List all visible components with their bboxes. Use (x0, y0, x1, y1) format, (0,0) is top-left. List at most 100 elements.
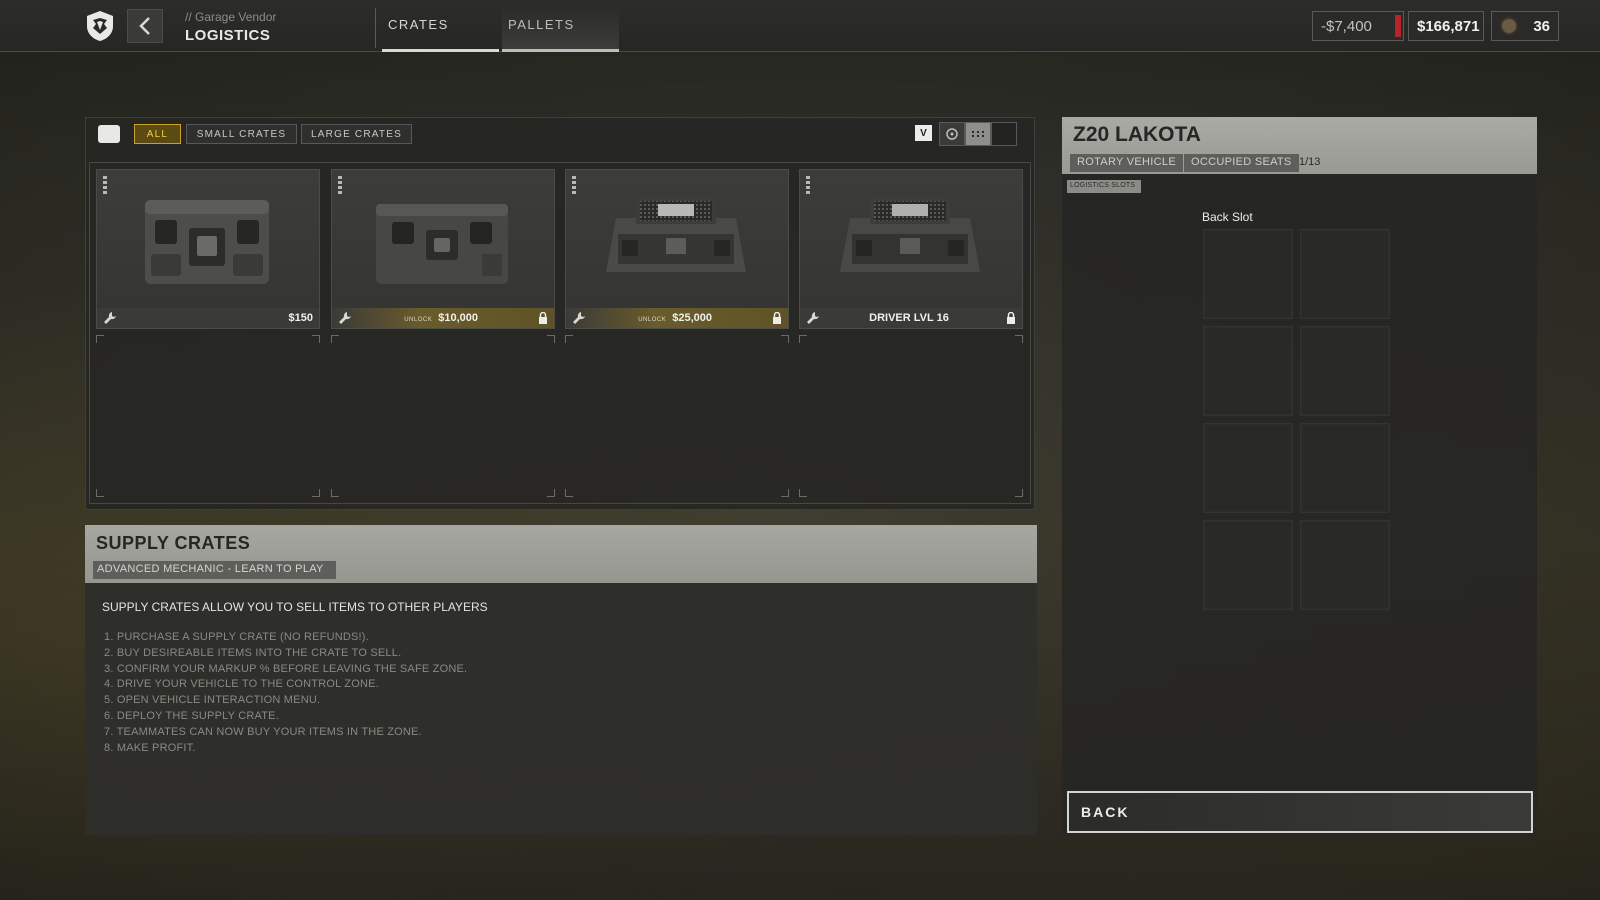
debt-marker (1395, 15, 1401, 37)
page-title: LOGISTICS (185, 27, 271, 44)
empty-slot-corner (547, 489, 555, 497)
wrench-icon (807, 312, 819, 324)
wrench-icon (573, 312, 585, 324)
view-toggle[interactable] (939, 122, 1017, 146)
player-level: 36 (1491, 11, 1559, 41)
empty-slot-corner (331, 489, 339, 497)
view-detail-icon[interactable] (939, 122, 965, 146)
drag-grip-icon (806, 176, 810, 194)
crate-footer: UNLOCK $25,000 (566, 308, 788, 328)
view-toggle-key: V (915, 125, 932, 141)
debt-amount: -$7,400 (1321, 17, 1372, 35)
tab-pallets[interactable]: PALLETS (502, 8, 619, 52)
steps-list: 1. PURCHASE A SUPPLY CRATE (NO REFUNDS!)… (104, 630, 467, 756)
view-grid-icon[interactable] (965, 122, 991, 146)
back-slot[interactable] (1203, 423, 1293, 513)
balance-display: $166,871 (1408, 11, 1484, 41)
vehicle-header: Z20 LAKOTA ROTARY VEHICLE OCCUPIED SEATS… (1062, 117, 1537, 174)
crate-card-small[interactable]: $150 (96, 169, 320, 329)
filter-toggle[interactable] (98, 125, 120, 143)
crate-unlock-row: UNLOCK $25,000 (638, 312, 712, 324)
small-crate-image (145, 200, 269, 284)
list-item: 1. PURCHASE A SUPPLY CRATE (NO REFUNDS!)… (104, 631, 369, 643)
top-bar: // Garage Vendor LOGISTICS CRATES PALLET… (0, 0, 1600, 52)
unlock-label: UNLOCK (404, 317, 433, 323)
player-level-value: 36 (1533, 17, 1550, 35)
vehicle-type-tag: ROTARY VEHICLE (1070, 154, 1183, 172)
empty-slot-corner (312, 335, 320, 343)
view-list-option[interactable] (991, 122, 1017, 146)
back-slot[interactable] (1203, 229, 1293, 319)
back-slot[interactable] (1300, 229, 1390, 319)
empty-slot-corner (331, 335, 339, 343)
back-slot[interactable] (1203, 520, 1293, 610)
vehicle-panel: Z20 LAKOTA ROTARY VEHICLE OCCUPIED SEATS… (1062, 117, 1537, 835)
debt-display: -$7,400 (1312, 11, 1404, 41)
back-slot[interactable] (1203, 326, 1293, 416)
occupied-seats-value: 1/13 (1299, 156, 1321, 168)
back-button[interactable]: BACK (1067, 791, 1533, 833)
empty-slot-corner (799, 489, 807, 497)
list-item: 2. BUY DESIREABLE ITEMS INTO THE CRATE T… (104, 646, 402, 659)
crate-footer: UNLOCK $10,000 (332, 308, 554, 328)
large-crate-image (606, 198, 746, 272)
info-subtag: ADVANCED MECHANIC - LEARN TO PLAY (93, 561, 336, 579)
empty-slot-corner (96, 489, 104, 497)
empty-slot-corner (781, 335, 789, 343)
list-item: 5. OPEN VEHICLE INTERACTION MENU. (104, 694, 321, 707)
info-lead: SUPPLY CRATES ALLOW YOU TO SELL ITEMS TO… (102, 600, 488, 614)
drag-grip-icon (103, 176, 107, 194)
back-slot[interactable] (1300, 423, 1390, 513)
drag-grip-icon (572, 176, 576, 194)
drag-grip-icon (338, 176, 342, 194)
info-title: SUPPLY CRATES (96, 533, 251, 553)
empty-slot-corner (96, 335, 104, 343)
crate-card-medium[interactable]: UNLOCK $10,000 (331, 169, 555, 329)
empty-slot-corner (1015, 335, 1023, 343)
back-arrow-button[interactable] (127, 9, 163, 43)
chevron-left-icon (139, 17, 150, 35)
crate-requirement: DRIVER LVL 16 (869, 312, 949, 324)
crate-price: $10,000 (438, 312, 478, 324)
wrench-icon (339, 312, 351, 324)
info-header: SUPPLY CRATES ADVANCED MECHANIC - LEARN … (85, 525, 1037, 583)
medium-crate-image (376, 204, 508, 284)
crate-card-driver[interactable]: DRIVER LVL 16 (799, 169, 1023, 329)
lock-icon (773, 312, 781, 324)
tab-crates[interactable]: CRATES (382, 8, 499, 52)
filter-small-crates-button[interactable]: SMALL CRATES (186, 124, 297, 144)
list-item: 4. DRIVE YOUR VEHICLE TO THE CONTROL ZON… (104, 678, 379, 691)
crate-price: $25,000 (672, 312, 712, 324)
lock-icon (1007, 312, 1015, 324)
crate-price: $150 (288, 312, 313, 324)
crate-card-large[interactable]: UNLOCK $25,000 (565, 169, 789, 329)
list-item: 6. DEPLOY THE SUPPLY CRATE. (104, 709, 279, 722)
crate-footer: DRIVER LVL 16 (800, 308, 1022, 328)
breadcrumb: // Garage Vendor (185, 10, 277, 24)
unlock-label: UNLOCK (638, 317, 667, 323)
lock-icon (539, 312, 547, 324)
crates-panel: ALL SMALL CRATES LARGE CRATES V $150 UNL… (85, 117, 1035, 510)
empty-slot-corner (1015, 489, 1023, 497)
back-slot[interactable] (1300, 326, 1390, 416)
filter-large-crates-button[interactable]: LARGE CRATES (301, 124, 412, 144)
crate-footer: $150 (97, 308, 319, 328)
game-logo-icon (84, 9, 116, 43)
occupied-seats-tag: OCCUPIED SEATS (1184, 154, 1299, 172)
back-slot[interactable] (1300, 520, 1390, 610)
filter-all-button[interactable]: ALL (134, 124, 181, 144)
empty-slot-corner (565, 489, 573, 497)
empty-slot-corner (547, 335, 555, 343)
player-rank-icon (1500, 17, 1518, 35)
empty-slot-corner (799, 335, 807, 343)
empty-slot-corner (781, 489, 789, 497)
back-slot-label: Back Slot (1202, 210, 1253, 224)
list-item: 3. CONFIRM YOUR MARKUP % BEFORE LEAVING … (104, 662, 468, 675)
wrench-icon (104, 312, 116, 324)
crate-grid: $150 UNLOCK $10,000 UNLOCK $25,000 DRIVE… (89, 162, 1031, 504)
driver-crate-image (840, 198, 980, 272)
crate-unlock-row: UNLOCK $10,000 (404, 312, 478, 324)
empty-slot-corner (565, 335, 573, 343)
list-item: 8. MAKE PROFIT. (104, 741, 196, 754)
vehicle-name: Z20 LAKOTA (1073, 123, 1201, 146)
